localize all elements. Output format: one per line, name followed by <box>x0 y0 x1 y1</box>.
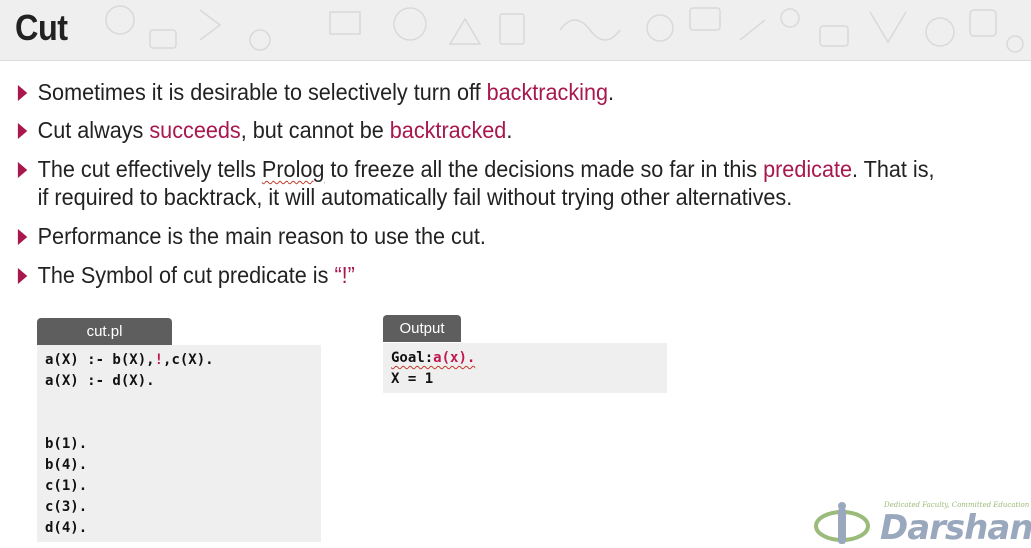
code-line: b(4). <box>45 457 88 473</box>
slide-title: Cut <box>15 7 68 48</box>
bullet-text: if required to backtrack, it will automa… <box>37 184 793 210</box>
slide: Cut Sometimes it is desirable to selecti… <box>0 0 1031 548</box>
bullet-arrow-icon <box>17 123 28 139</box>
bullet-text: to freeze all the decisions made so far … <box>324 156 764 182</box>
bullet-arrow-icon <box>17 162 28 178</box>
code-token: ,c(X). <box>163 352 214 368</box>
darshan-logo: Dedicated Faculty, Committed Education D… <box>812 500 1031 548</box>
code-line: d(4). <box>45 520 88 536</box>
bullet-arrow-icon <box>17 229 28 245</box>
bullet-arrow-icon <box>17 85 28 101</box>
bullet-arrow-icon <box>17 268 28 284</box>
code-line: Goal:a(x). <box>391 348 659 369</box>
code-token: a(X) :- b(X), <box>45 352 155 368</box>
code-line: X = 1 <box>391 371 434 387</box>
bullet-item: Sometimes it is desirable to selectively… <box>16 78 614 106</box>
code-panel-cut: a(X) :- b(X),!,c(X). a(X) :- d(X). b(1). b(… <box>37 345 321 542</box>
spellcheck-term: Prolog <box>261 156 325 182</box>
bullet-item: Performance is the main reason to use th… <box>16 222 486 250</box>
slide-header: Cut <box>0 0 1031 61</box>
bullet-text: The cut effectively tells <box>37 156 262 182</box>
tab-output[interactable]: Output <box>383 315 461 342</box>
bullet-text: . <box>608 79 615 105</box>
code-line: c(3). <box>45 499 88 515</box>
darshan-emblem-icon <box>814 502 870 544</box>
bullet-text: Performance is the main reason to use th… <box>37 223 486 249</box>
code-panel-output: Goal:a(x). X = 1 <box>383 343 667 393</box>
bullet-text: Cut always <box>37 117 150 143</box>
highlight-term: backtracking <box>486 79 609 105</box>
logo-name: Darshan <box>880 508 1031 548</box>
bullet-item: The Symbol of cut predicate is “!” <box>16 261 355 289</box>
bullet-text: . That is, <box>852 156 935 182</box>
bullet-item: The cut effectively tells Prolog to free… <box>16 155 1022 211</box>
highlight-term: predicate <box>763 156 853 182</box>
cut-operator: ! <box>154 352 164 368</box>
goal-label: Goal: <box>391 350 434 366</box>
header-doodle-pattern <box>105 5 1024 53</box>
highlight-term: backtracked <box>389 117 507 143</box>
tab-cut-pl[interactable]: cut.pl <box>37 318 172 345</box>
highlight-term: succeeds <box>149 117 241 143</box>
bullet-text: The Symbol of cut predicate is <box>37 262 335 288</box>
bullet-item: Cut always succeeds, but cannot be backt… <box>16 116 512 144</box>
goal-query: a(x). <box>433 350 476 366</box>
code-line: a(X) :- b(X),!,c(X). <box>45 350 313 371</box>
bullet-text: Sometimes it is desirable to selectively… <box>37 79 487 105</box>
code-line: a(X) :- d(X). <box>45 373 155 389</box>
code-line: b(1). <box>45 436 88 452</box>
bullet-text: . <box>506 117 513 143</box>
highlight-term: “!” <box>334 262 355 288</box>
code-line: c(1). <box>45 478 88 494</box>
code-blank <box>45 392 313 434</box>
bullet-text: , but cannot be <box>240 117 390 143</box>
